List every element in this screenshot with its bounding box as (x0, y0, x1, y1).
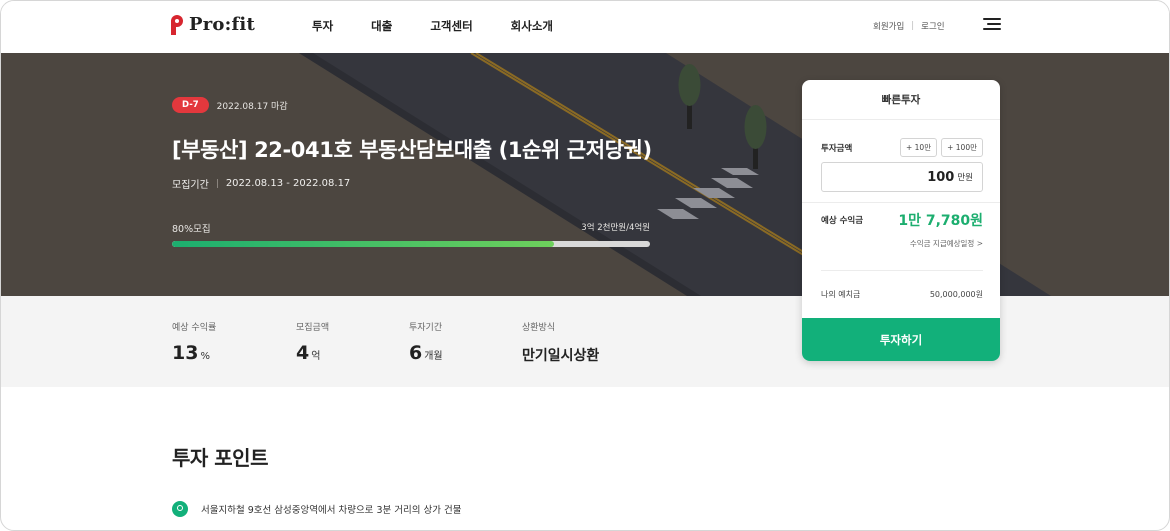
stat-value: 4억 (296, 342, 321, 364)
auth-links: 회원가입 | 로그인 (873, 20, 945, 32)
signup-link[interactable]: 회원가입 (873, 20, 904, 32)
nav-item-loan[interactable]: 대출 (371, 18, 392, 34)
nav-item-company[interactable]: 회사소개 (511, 18, 553, 34)
nav-item-invest[interactable]: 투자 (312, 18, 333, 34)
amount-unit: 만원 (957, 173, 973, 183)
location-pin-icon (172, 501, 188, 517)
amount-chips: + 10만 + 100만 (899, 138, 983, 157)
menu-icon[interactable] (983, 18, 1001, 32)
main-nav: 투자 대출 고객센터 회사소개 (312, 18, 553, 34)
deposit-label: 나의 예치금 (821, 290, 861, 299)
add-100-button[interactable]: + 100만 (941, 138, 983, 157)
logo[interactable]: Pro:fit (171, 14, 255, 35)
amount-input[interactable]: 100 만원 (821, 162, 983, 192)
invest-button[interactable]: 투자하기 (802, 318, 1000, 361)
card-divider (821, 270, 983, 271)
expected-label: 예상 수익금 (821, 216, 864, 226)
stat-value: 13% (172, 342, 210, 364)
add-10-button[interactable]: + 10만 (899, 138, 938, 157)
period-label: 모집기간 (172, 180, 209, 191)
deposit-value: 50,000,000원 (929, 290, 983, 299)
stat-recruit-amount: 모집금액 4억 (296, 320, 329, 364)
stat-value: 6 개월 (409, 342, 443, 364)
schedule-link[interactable]: 수익금 지급예상일정 > (821, 238, 983, 249)
deposit-row: 나의 예치금 50,000,000원 (821, 289, 983, 300)
logo-icon (171, 14, 183, 35)
logo-text: Pro:fit (189, 14, 255, 35)
progress-fill (172, 241, 555, 247)
stat-label: 투자기간 (409, 323, 443, 333)
page-frame: Pro:fit 투자 대출 고객센터 회사소개 회원가입 | 로그인 D-7 2… (0, 0, 1170, 531)
stat-repayment: 상환방식 만기일시상환 (522, 320, 599, 365)
amount-label: 투자금액 (821, 143, 853, 154)
amount-row: 투자금액 + 10만 + 100만 (821, 138, 983, 157)
product-title: [부동산] 22-041호 부동산담보대출 (1순위 근저당권) (172, 138, 652, 162)
expected-row: 예상 수익금 1만 7,780원 (821, 210, 983, 230)
nav-item-support[interactable]: 고객센터 (430, 18, 472, 34)
list-item: 서울지하철 9호선 삼성중앙역에서 차량으로 3분 거리의 상가 건물 (172, 501, 461, 517)
point-text: 서울지하철 9호선 삼성중앙역에서 차량으로 3분 거리의 상가 건물 (201, 505, 462, 516)
stat-label: 예상 수익률 (172, 323, 217, 333)
points-title: 투자 포인트 (172, 446, 268, 470)
stat-label: 모집금액 (296, 323, 330, 333)
card-title: 빠른투자 (802, 80, 1000, 120)
recruit-period: 모집기간 2022.08.13 - 2022.08.17 (172, 176, 350, 191)
progress-amount: 3억 2천만원/4억원 (581, 223, 650, 233)
deadline-text: 2022.08.17 마감 (216, 101, 288, 112)
progress-bar (172, 241, 650, 247)
period-divider (216, 179, 218, 188)
quick-invest-card: 빠른투자 투자금액 + 10만 + 100만 100 만원 예상 수익금 1만 … (802, 80, 1000, 361)
period-value: 2022.08.13 - 2022.08.17 (225, 178, 351, 189)
expected-value: 1만 7,780원 (898, 213, 983, 229)
stat-invest-period: 투자기간 6 개월 (409, 320, 443, 364)
dday-badge: D-7 (172, 97, 209, 113)
stat-expected-return: 예상 수익률 13% (172, 320, 216, 364)
stat-value: 만기일시상환 (522, 348, 600, 364)
stat-label: 상환방식 (522, 323, 556, 333)
deadline-row: D-7 2022.08.17 마감 (172, 97, 288, 113)
amount-value: 100 (927, 169, 955, 185)
auth-divider: | (911, 21, 915, 31)
login-link[interactable]: 로그인 (921, 20, 944, 32)
top-header: Pro:fit 투자 대출 고객센터 회사소개 회원가입 | 로그인 (1, 1, 1169, 53)
card-divider (802, 202, 1000, 203)
progress-label: 80%모집 (172, 224, 211, 235)
